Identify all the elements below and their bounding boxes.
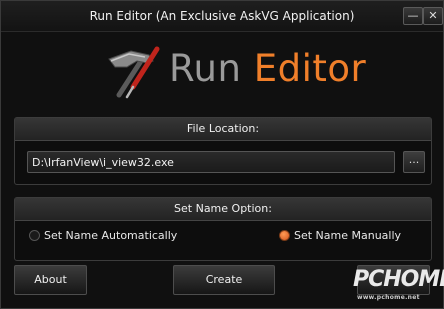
title-bar: Run Editor (An Exclusive AskVG Applicati… xyxy=(1,1,443,32)
about-button[interactable]: About xyxy=(14,265,87,295)
radio-label-automatically: Set Name Automatically xyxy=(44,229,178,242)
watermark-url: www.pchome.net xyxy=(357,294,420,301)
window-title: Run Editor (An Exclusive AskVG Applicati… xyxy=(89,9,355,23)
set-name-header: Set Name Option: xyxy=(15,198,431,221)
radio-set-name-automatically[interactable]: Set Name Automatically xyxy=(29,229,177,242)
radio-selected-icon[interactable] xyxy=(279,230,290,241)
app-logo: Run Editor xyxy=(101,45,366,105)
file-location-header: File Location: xyxy=(15,118,431,141)
pchome-watermark: PCHOME www.pchome.net xyxy=(353,267,444,307)
radio-label-manually: Set Name Manually xyxy=(294,229,402,242)
logo-word-editor: Editor xyxy=(253,47,367,90)
set-name-panel: Set Name Option: Set Name Automatically … xyxy=(14,197,432,261)
radio-set-name-manually[interactable]: Set Name Manually xyxy=(279,229,401,242)
watermark-logo-text: PCHOME xyxy=(353,267,444,292)
close-button[interactable]: ✕ xyxy=(423,7,443,25)
file-path-input[interactable]: D:\IrfanView\i_view32.exe xyxy=(27,151,395,173)
create-button[interactable]: Create xyxy=(173,265,275,295)
logo-word-run: Run xyxy=(169,47,242,90)
hammer-icon xyxy=(108,46,160,99)
file-location-panel: File Location: D:\IrfanView\i_view32.exe… xyxy=(14,117,432,185)
logo-wordmark: Run Editor xyxy=(169,47,366,90)
minimize-button[interactable]: — xyxy=(403,7,423,25)
radio-unselected-icon[interactable] xyxy=(29,230,40,241)
run-editor-window: Run Editor (An Exclusive AskVG Applicati… xyxy=(0,0,444,309)
browse-button[interactable]: ... xyxy=(403,151,425,173)
